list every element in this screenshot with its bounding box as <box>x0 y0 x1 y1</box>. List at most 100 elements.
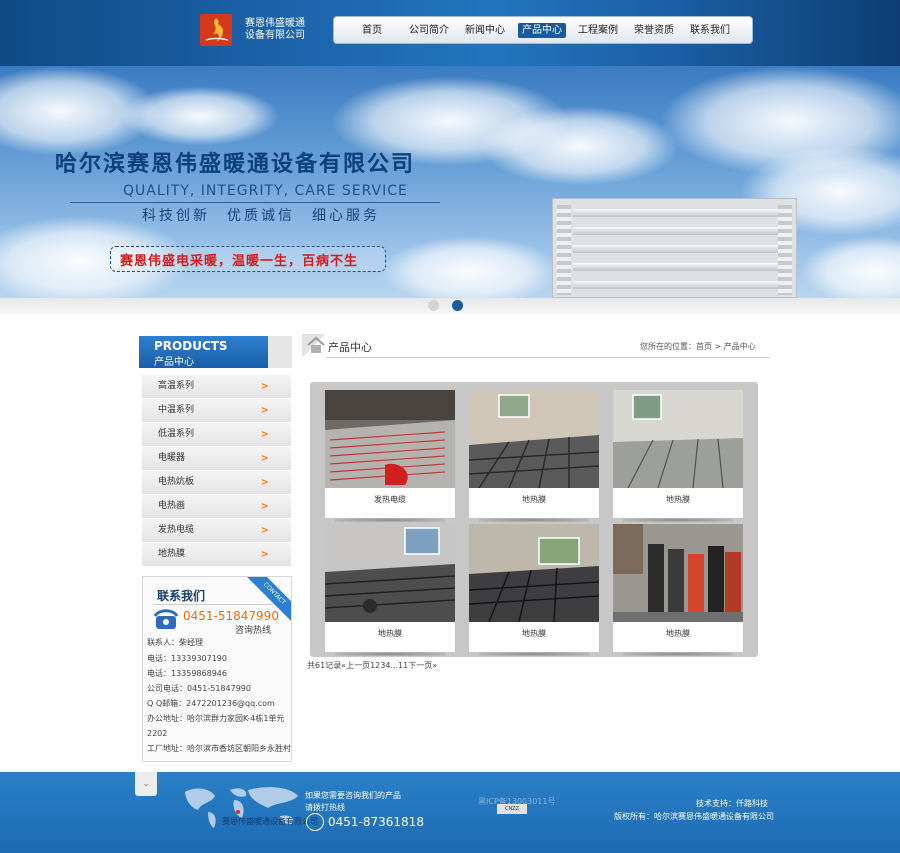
telephone-icon <box>153 609 179 629</box>
chevron-right-icon: > <box>260 549 269 560</box>
contact-company-phone: 公司电话：0451-51847990 <box>147 684 251 693</box>
product-card[interactable]: 地热膜 <box>469 524 599 656</box>
sidebar-item-heating-film[interactable]: 地热膜 > <box>142 543 291 567</box>
card-shadow <box>623 518 733 522</box>
chevron-right-icon: > <box>260 405 269 416</box>
sidebar-item-label: 地热膜 <box>158 549 186 559</box>
chevron-down-icon[interactable]: ⌄ <box>135 772 157 796</box>
contact-phone-1: 电话：13339307190 <box>147 654 227 663</box>
slider-dot-1[interactable] <box>428 300 439 311</box>
contact-factory-address: 工厂地址：哈尔滨市香坊区朝阳乡永胜村 <box>147 744 291 753</box>
sidebar-header-en: PRODUCTS <box>154 339 228 353</box>
slider-dots <box>428 300 468 312</box>
product-caption[interactable]: 地热膜 <box>469 494 599 505</box>
sidebar-item-label: 电暖器 <box>158 453 186 463</box>
banner-english-slogan: QUALITY, INTEGRITY, CARE SERVICE <box>123 183 408 199</box>
sidebar-item-kang-board[interactable]: 电热炕板 > <box>142 471 291 495</box>
product-image[interactable] <box>613 390 743 488</box>
nav-news[interactable]: 新闻中心 <box>465 23 505 38</box>
sidebar-item-label: 发热电缆 <box>158 525 195 535</box>
product-caption[interactable]: 地热膜 <box>469 628 599 639</box>
sidebar-item-label: 低温系列 <box>158 429 195 439</box>
card-shadow <box>623 652 733 656</box>
product-card[interactable]: 地热膜 <box>613 524 743 656</box>
sidebar-header: PRODUCTS 产品中心 <box>139 336 268 368</box>
top-header: 赛恩伟盛暖通 设备有限公司 首页 公司简介 新闻中心 产品中心 工程案例 荣誉资… <box>0 0 900 66</box>
product-card[interactable]: 地热膜 <box>469 390 599 522</box>
contact-divider <box>153 604 273 605</box>
banner-title: 哈尔滨赛恩伟盛暖通设备有限公司 <box>55 152 416 177</box>
slider-dot-2-active[interactable] <box>452 300 463 311</box>
sidebar-item-mid-temp[interactable]: 中温系列 > <box>142 399 291 423</box>
card-shadow <box>335 518 445 522</box>
sidebar-item-heat-painting[interactable]: 电热画 > <box>142 495 291 519</box>
hero-banner[interactable]: 哈尔滨赛恩伟盛暖通设备有限公司 QUALITY, INTEGRITY, CARE… <box>0 66 900 298</box>
sidebar-header-cn: 产品中心 <box>154 357 194 368</box>
footer-map-company: 赛恩伟盛暖通设备有限公司 <box>222 817 318 826</box>
product-caption[interactable]: 地热膜 <box>325 628 455 639</box>
sidebar-item-label: 电热炕板 <box>158 477 195 487</box>
nav-home[interactable]: 首页 <box>362 23 382 38</box>
product-card[interactable]: 地热膜 <box>325 524 455 656</box>
sidebar-item-label: 高温系列 <box>158 381 195 391</box>
nav-about[interactable]: 公司简介 <box>409 23 449 38</box>
product-image[interactable] <box>469 524 599 622</box>
company-name-line2: 设备有限公司 <box>245 30 305 41</box>
product-category-list: 高温系列 > 中温系列 > 低温系列 > 电暖器 > 电热炕板 > 电热画 > 发热电缆 > … <box>142 375 291 567</box>
footer-consult-line2: 请拨打热线 <box>305 803 345 812</box>
chevron-right-icon: > <box>260 477 269 488</box>
contact-office-address: 办公地址：哈尔滨群力家园K-4栋1单元 <box>147 714 285 723</box>
card-shadow <box>335 652 445 656</box>
sidebar-item-label: 电热画 <box>158 501 186 511</box>
pagination[interactable]: 共61记录«上一页1234...11下一页» <box>307 660 437 671</box>
company-name: 赛恩伟盛暖通 设备有限公司 <box>245 18 305 42</box>
product-caption[interactable]: 地热膜 <box>613 494 743 505</box>
company-name-line1: 赛恩伟盛暖通 <box>245 18 305 29</box>
icp-badge[interactable]: CNZZ <box>497 804 527 814</box>
card-shadow <box>479 652 589 656</box>
product-image[interactable] <box>325 390 455 488</box>
contact-title: 联系我们 <box>157 589 206 603</box>
product-image[interactable] <box>613 524 743 622</box>
contact-person: 联系人：柴经理 <box>147 638 203 647</box>
chevron-right-icon: > <box>260 501 269 512</box>
contact-hotline[interactable]: 0451-51847990 <box>183 609 279 623</box>
product-gallery: 发热电缆 地热膜 地热膜 地热膜 地热膜 地热膜 <box>310 382 758 657</box>
breadcrumb: 您所在的位置：首页 > 产品中心 <box>640 342 756 351</box>
sidebar-header-bar <box>268 336 292 368</box>
sidebar-item-heater[interactable]: 电暖器 > <box>142 447 291 471</box>
nav-contact[interactable]: 联系我们 <box>690 23 730 38</box>
nav-projects[interactable]: 工程案例 <box>578 23 618 38</box>
sidebar-item-label: 中温系列 <box>158 405 195 415</box>
product-caption[interactable]: 地热膜 <box>613 628 743 639</box>
product-image[interactable] <box>469 390 599 488</box>
footer-copyright: 版权所有：哈尔滨赛恩伟盛暖通设备有限公司 <box>614 812 774 821</box>
card-shadow <box>479 518 589 522</box>
main-nav: 首页 公司简介 新闻中心 产品中心 工程案例 荣誉资质 联系我们 <box>333 16 753 44</box>
sidebar-item-high-temp[interactable]: 高温系列 > <box>142 375 291 399</box>
nav-products[interactable]: 产品中心 <box>518 23 566 38</box>
footer-tech-support: 技术支持：仟路科技 <box>696 799 768 808</box>
phone-icon <box>306 813 324 831</box>
banner-promo-text: 赛恩伟盛电采暖，温暖一生，百病不生 <box>120 254 359 269</box>
contact-hotline-label: 咨询热线 <box>235 626 272 636</box>
chevron-right-icon: > <box>260 381 269 392</box>
product-image[interactable] <box>325 524 455 622</box>
chevron-right-icon: > <box>260 453 269 464</box>
product-card[interactable]: 发热电缆 <box>325 390 455 522</box>
contact-office-address-cont: 2202 <box>147 729 168 738</box>
home-icon <box>307 336 325 353</box>
product-card[interactable]: 地热膜 <box>613 390 743 522</box>
chevron-right-icon: > <box>260 525 269 536</box>
company-logo[interactable] <box>200 14 232 46</box>
contact-box: 联系我们 CONTACT 0451-51847990 咨询热线 联系人：柴经理 … <box>142 576 292 762</box>
sidebar-item-heating-cable[interactable]: 发热电缆 > <box>142 519 291 543</box>
sidebar-item-low-temp[interactable]: 低温系列 > <box>142 423 291 447</box>
product-caption[interactable]: 发热电缆 <box>325 494 455 505</box>
page-title: 产品中心 <box>328 341 372 354</box>
banner-divider <box>70 202 440 203</box>
heater-product-image <box>552 198 797 298</box>
nav-honors[interactable]: 荣誉资质 <box>634 23 674 38</box>
contact-qq-email: Q Q邮箱：2472201236@qq.com <box>147 699 275 708</box>
footer-phone[interactable]: 0451-87361818 <box>328 815 424 829</box>
